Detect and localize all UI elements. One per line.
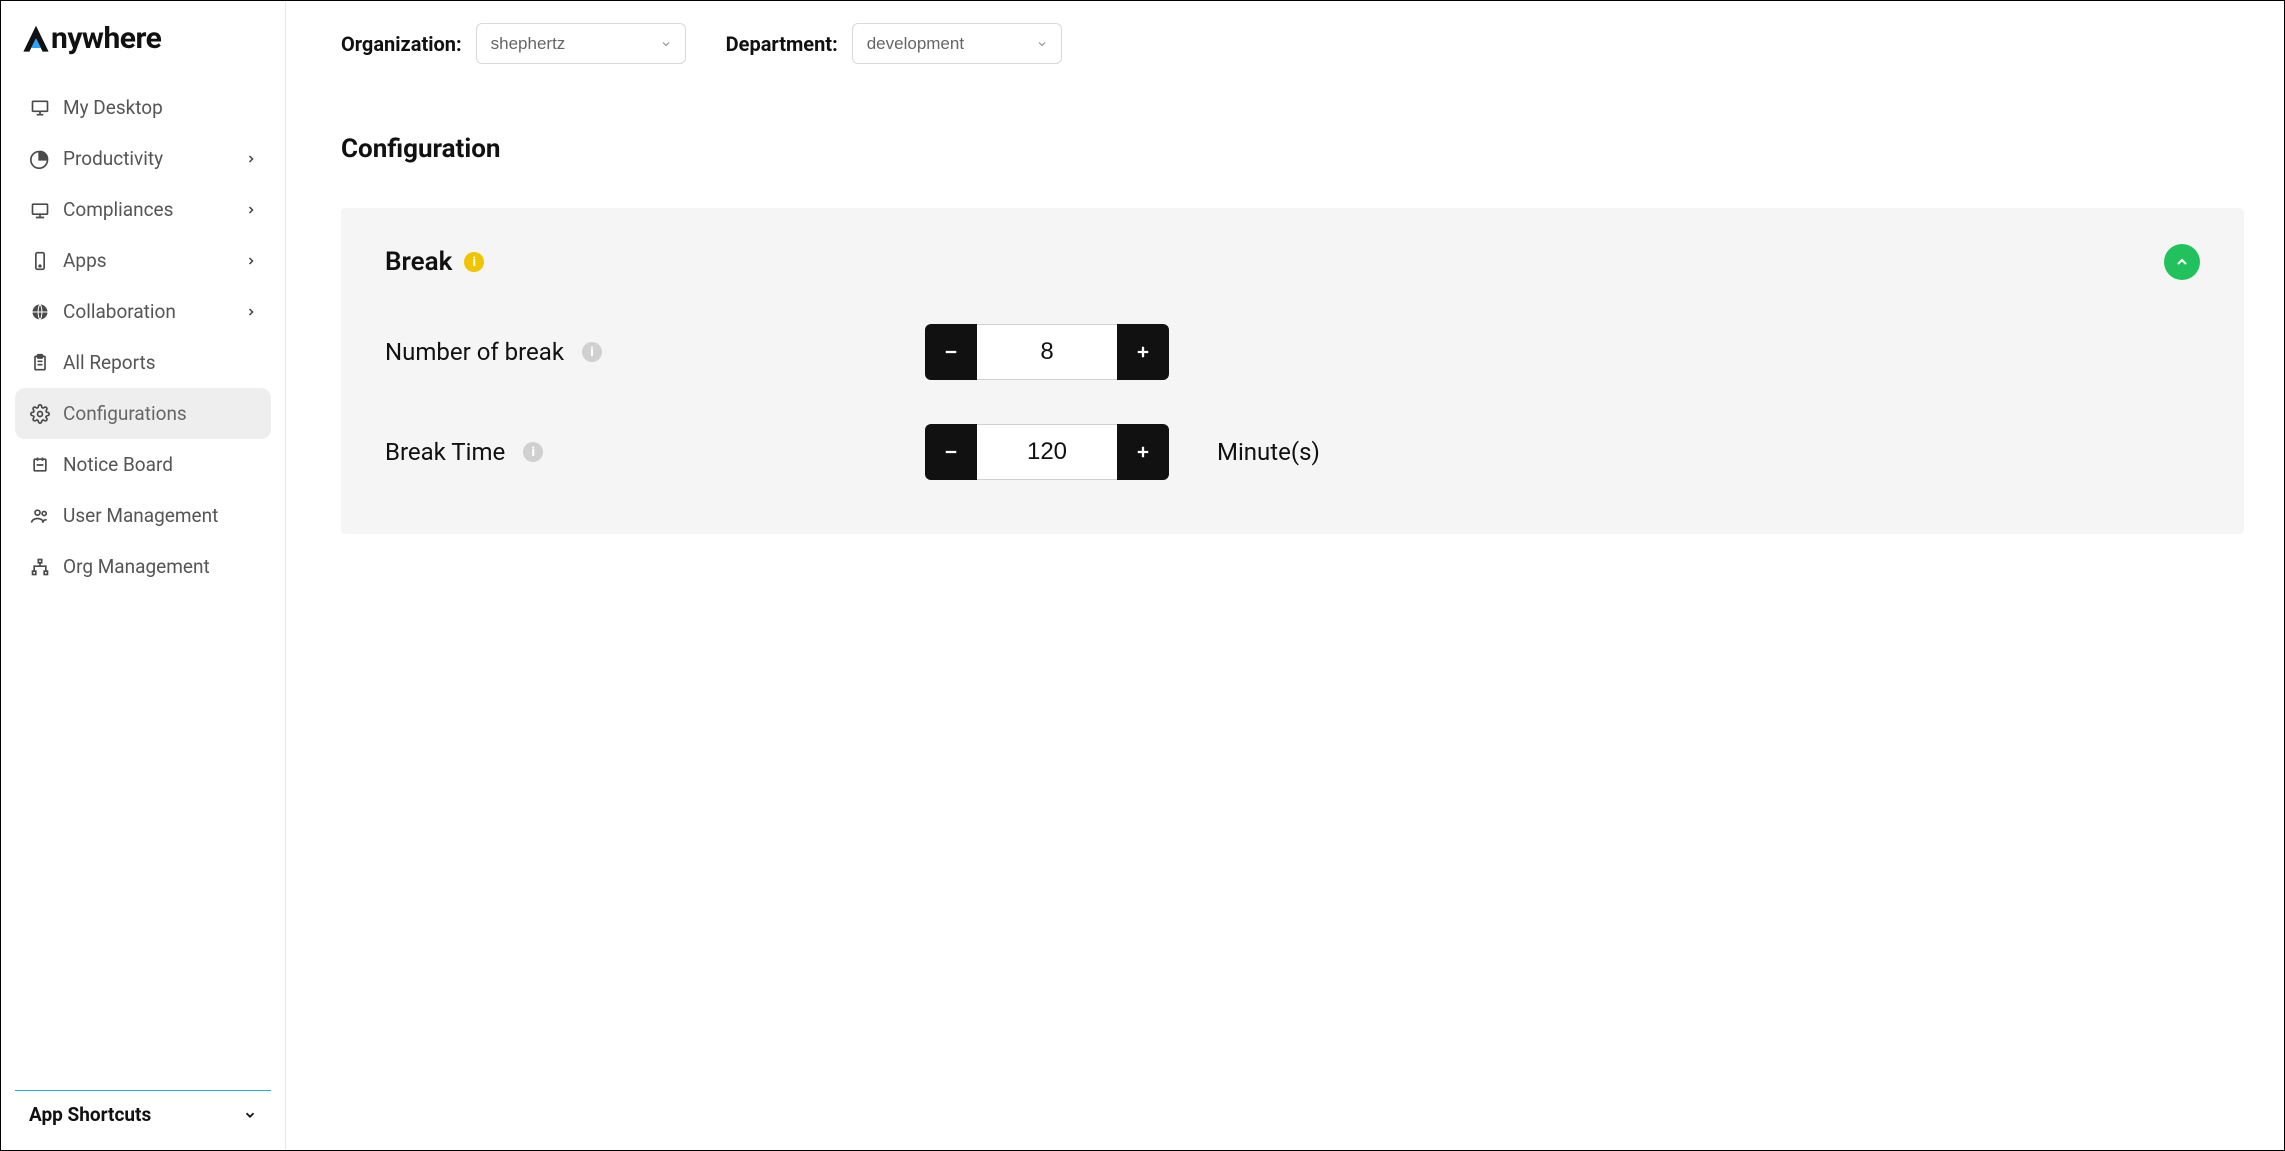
break-time-label: Break Time: [385, 438, 505, 466]
brand-name: nywhere: [51, 21, 161, 56]
mobile-icon: [29, 250, 51, 272]
info-icon: i: [464, 252, 484, 272]
chevron-right-icon: [245, 255, 257, 267]
sidebar-item-label: My Desktop: [63, 96, 163, 119]
break-time-input[interactable]: [977, 424, 1117, 480]
num-break-decrement-button[interactable]: [925, 324, 977, 380]
dept-select-wrap: development: [852, 23, 1062, 64]
app-root: nywhere My Desktop Productivity: [0, 0, 2285, 1151]
sidebar-item-org-management[interactable]: Org Management: [15, 541, 271, 592]
panel-title: Break: [385, 247, 452, 277]
org-select-wrap: shephertz: [476, 23, 686, 64]
panel-header: Break i: [385, 244, 2200, 280]
sidebar-item-productivity[interactable]: Productivity: [15, 133, 271, 184]
monitor-icon: [29, 97, 51, 119]
break-time-stepper: [925, 424, 1169, 480]
sidebar-item-label: All Reports: [63, 351, 156, 374]
hint-icon: i: [523, 442, 543, 462]
sidebar-item-label: Configurations: [63, 402, 187, 425]
gear-icon: [29, 403, 51, 425]
sidebar-item-user-management[interactable]: User Management: [15, 490, 271, 541]
chevron-down-icon: [243, 1108, 257, 1122]
num-break-input[interactable]: [977, 324, 1117, 380]
pie-chart-icon: [29, 148, 51, 170]
page-title: Configuration: [341, 134, 2244, 164]
sidebar-item-all-reports[interactable]: All Reports: [15, 337, 271, 388]
app-shortcuts-label: App Shortcuts: [29, 1103, 151, 1126]
hint-icon: i: [582, 342, 602, 362]
num-break-increment-button[interactable]: [1117, 324, 1169, 380]
sidebar-item-collaboration[interactable]: Collaboration: [15, 286, 271, 337]
filter-bar: Organization: shephertz Department: deve…: [341, 23, 2244, 64]
sidebar-bottom: App Shortcuts: [15, 1090, 271, 1150]
sidebar-item-my-desktop[interactable]: My Desktop: [15, 82, 271, 133]
sidebar-item-notice-board[interactable]: Notice Board: [15, 439, 271, 490]
noticeboard-icon: [29, 454, 51, 476]
sidebar-item-label: Notice Board: [63, 453, 173, 476]
clipboard-icon: [29, 352, 51, 374]
sidebar-item-compliances[interactable]: Compliances: [15, 184, 271, 235]
sidebar-item-label: User Management: [63, 504, 218, 527]
sidebar: nywhere My Desktop Productivity: [1, 1, 286, 1150]
globe-icon: [29, 301, 51, 323]
sidebar-item-label: Collaboration: [63, 300, 176, 323]
sitemap-icon: [29, 556, 51, 578]
main-content: Organization: shephertz Department: deve…: [286, 1, 2284, 1150]
row-break-time: Break Time i Minut: [385, 424, 2200, 480]
slideshow-icon: [29, 199, 51, 221]
chevron-right-icon: [245, 306, 257, 318]
collapse-button[interactable]: [2164, 244, 2200, 280]
minus-icon: [942, 343, 960, 361]
plus-icon: [1134, 443, 1152, 461]
dept-label: Department:: [726, 32, 838, 56]
chevron-right-icon: [245, 204, 257, 216]
sidebar-item-label: Productivity: [63, 147, 163, 170]
sidebar-item-apps[interactable]: Apps: [15, 235, 271, 286]
sidebar-item-configurations[interactable]: Configurations: [15, 388, 271, 439]
sidebar-item-label: Org Management: [63, 555, 210, 578]
dept-filter: Department: development: [726, 23, 1062, 64]
minus-icon: [942, 443, 960, 461]
sidebar-item-label: Apps: [63, 249, 107, 272]
sidebar-nav: My Desktop Productivity: [15, 82, 271, 592]
break-panel: Break i Number of break i: [341, 208, 2244, 534]
dept-select[interactable]: development: [852, 23, 1062, 64]
num-break-label: Number of break: [385, 338, 564, 366]
chevron-right-icon: [245, 153, 257, 165]
chevron-up-icon: [2174, 254, 2190, 270]
logo-text: nywhere: [21, 21, 161, 56]
break-time-decrement-button[interactable]: [925, 424, 977, 480]
org-select[interactable]: shephertz: [476, 23, 686, 64]
plus-icon: [1134, 343, 1152, 361]
num-break-stepper: [925, 324, 1169, 380]
logo: nywhere: [15, 13, 271, 78]
row-number-of-break: Number of break i: [385, 324, 2200, 380]
break-time-unit: Minute(s): [1217, 438, 1320, 466]
org-filter: Organization: shephertz: [341, 23, 686, 64]
sidebar-item-label: Compliances: [63, 198, 173, 221]
app-shortcuts-toggle[interactable]: App Shortcuts: [15, 1090, 271, 1134]
org-label: Organization:: [341, 32, 462, 56]
logo-mark-icon: [21, 24, 51, 54]
break-time-increment-button[interactable]: [1117, 424, 1169, 480]
users-icon: [29, 505, 51, 527]
